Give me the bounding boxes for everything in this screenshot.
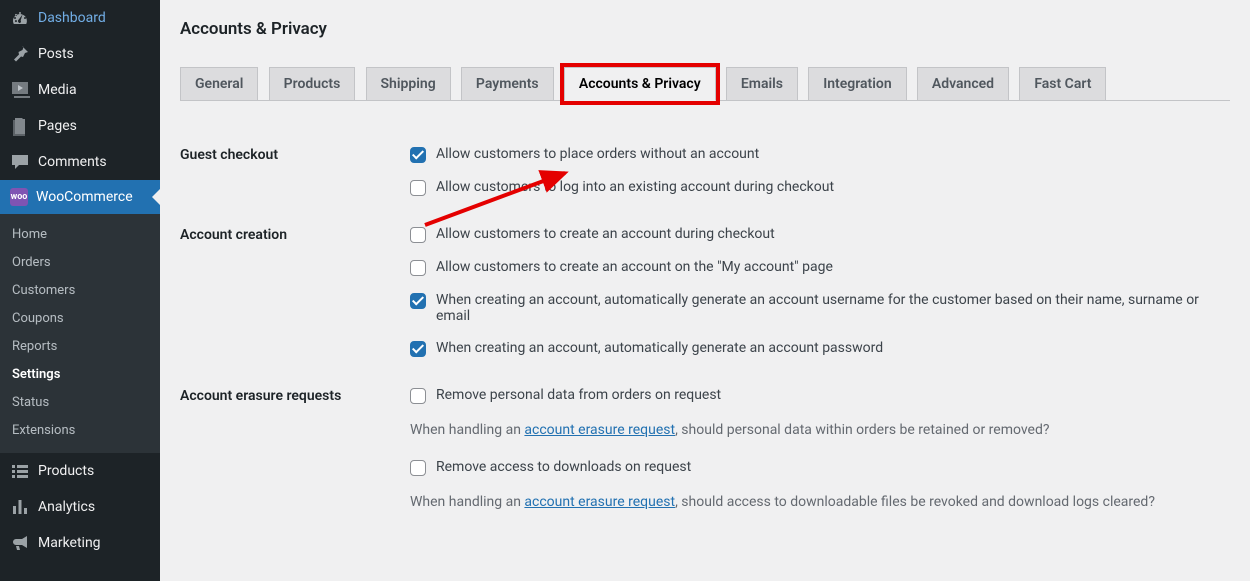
tab-general[interactable]: General xyxy=(180,67,258,100)
checkbox-login-during-checkout[interactable] xyxy=(410,180,426,196)
checkbox-generate-username[interactable] xyxy=(410,293,426,309)
sidebar-label: Posts xyxy=(38,45,74,63)
tab-fast-cart[interactable]: Fast Cart xyxy=(1019,67,1106,100)
sidebar-item-woocommerce[interactable]: woo WooCommerce xyxy=(0,180,160,214)
checkbox-create-account-myaccount[interactable] xyxy=(410,260,426,276)
page-title: Accounts & Privacy xyxy=(180,10,1230,43)
submenu-reports[interactable]: Reports xyxy=(0,333,160,361)
sidebar-item-dashboard[interactable]: Dashboard xyxy=(0,0,160,36)
submenu-home[interactable]: Home xyxy=(0,221,160,249)
sidebar-item-media[interactable]: Media xyxy=(0,72,160,108)
sidebar-label: Analytics xyxy=(38,498,95,516)
section-heading-creation: Account creation xyxy=(180,211,400,372)
option-description: When handling an account erasure request… xyxy=(410,420,1220,441)
submenu-orders[interactable]: Orders xyxy=(0,249,160,277)
submenu-status[interactable]: Status xyxy=(0,389,160,417)
sidebar-label: Comments xyxy=(38,153,107,171)
sidebar-item-analytics[interactable]: Analytics xyxy=(0,489,160,525)
sidebar-label: Dashboard xyxy=(38,9,106,27)
sidebar-item-posts[interactable]: Posts xyxy=(0,36,160,72)
tab-accounts-privacy[interactable]: Accounts & Privacy xyxy=(564,67,716,101)
section-heading-erasure: Account erasure requests xyxy=(180,372,400,546)
checkbox-generate-password[interactable] xyxy=(410,341,426,357)
tab-payments[interactable]: Payments xyxy=(461,67,554,100)
option-label: Remove personal data from orders on requ… xyxy=(436,387,721,403)
checkbox-remove-download-access[interactable] xyxy=(410,460,426,476)
option-label: When creating an account, automatically … xyxy=(436,340,883,356)
sidebar-item-marketing[interactable]: Marketing xyxy=(0,525,160,561)
settings-tabs: General Products Shipping Payments Accou… xyxy=(180,57,1230,101)
pin-icon xyxy=(10,44,30,64)
tab-products[interactable]: Products xyxy=(269,67,356,100)
submenu-customers[interactable]: Customers xyxy=(0,277,160,305)
megaphone-icon xyxy=(10,533,30,553)
link-erasure-request[interactable]: account erasure request xyxy=(524,494,675,510)
option-label: Remove access to downloads on request xyxy=(436,459,691,475)
settings-form: Guest checkout Allow customers to place … xyxy=(180,131,1230,546)
analytics-icon xyxy=(10,497,30,517)
tab-shipping[interactable]: Shipping xyxy=(366,67,451,100)
sidebar-item-pages[interactable]: Pages xyxy=(0,108,160,144)
admin-sidebar: Dashboard Posts Media Pages Comments woo… xyxy=(0,0,160,581)
sidebar-label: Media xyxy=(38,81,77,99)
link-erasure-request[interactable]: account erasure request xyxy=(524,422,675,438)
tab-emails[interactable]: Emails xyxy=(726,67,798,100)
woocommerce-icon: woo xyxy=(10,188,28,206)
sidebar-label: Products xyxy=(38,462,94,480)
option-label: Allow customers to place orders without … xyxy=(436,146,759,162)
sidebar-item-comments[interactable]: Comments xyxy=(0,144,160,180)
products-icon xyxy=(10,461,30,481)
section-heading-guest: Guest checkout xyxy=(180,131,400,211)
submenu-extensions[interactable]: Extensions xyxy=(0,417,160,445)
dashboard-icon xyxy=(10,8,30,28)
tab-advanced[interactable]: Advanced xyxy=(917,67,1009,100)
option-label: Allow customers to log into an existing … xyxy=(436,179,834,195)
sidebar-label: WooCommerce xyxy=(36,188,133,206)
main-content: Accounts & Privacy General Products Ship… xyxy=(160,0,1250,581)
option-description: When handling an account erasure request… xyxy=(410,492,1220,513)
media-icon xyxy=(10,80,30,100)
sidebar-label: Marketing xyxy=(38,534,101,552)
option-label: When creating an account, automatically … xyxy=(436,292,1220,324)
sidebar-item-products[interactable]: Products xyxy=(0,453,160,489)
option-label: Allow customers to create an account on … xyxy=(436,259,833,275)
pages-icon xyxy=(10,116,30,136)
checkbox-guest-orders[interactable] xyxy=(410,147,426,163)
checkbox-remove-order-data[interactable] xyxy=(410,388,426,404)
submenu-coupons[interactable]: Coupons xyxy=(0,305,160,333)
sidebar-label: Pages xyxy=(38,117,77,135)
woocommerce-submenu: Home Orders Customers Coupons Reports Se… xyxy=(0,214,160,453)
comments-icon xyxy=(10,152,30,172)
option-label: Allow customers to create an account dur… xyxy=(436,226,775,242)
submenu-settings[interactable]: Settings xyxy=(0,361,160,389)
checkbox-create-account-checkout[interactable] xyxy=(410,227,426,243)
tab-integration[interactable]: Integration xyxy=(808,67,906,100)
